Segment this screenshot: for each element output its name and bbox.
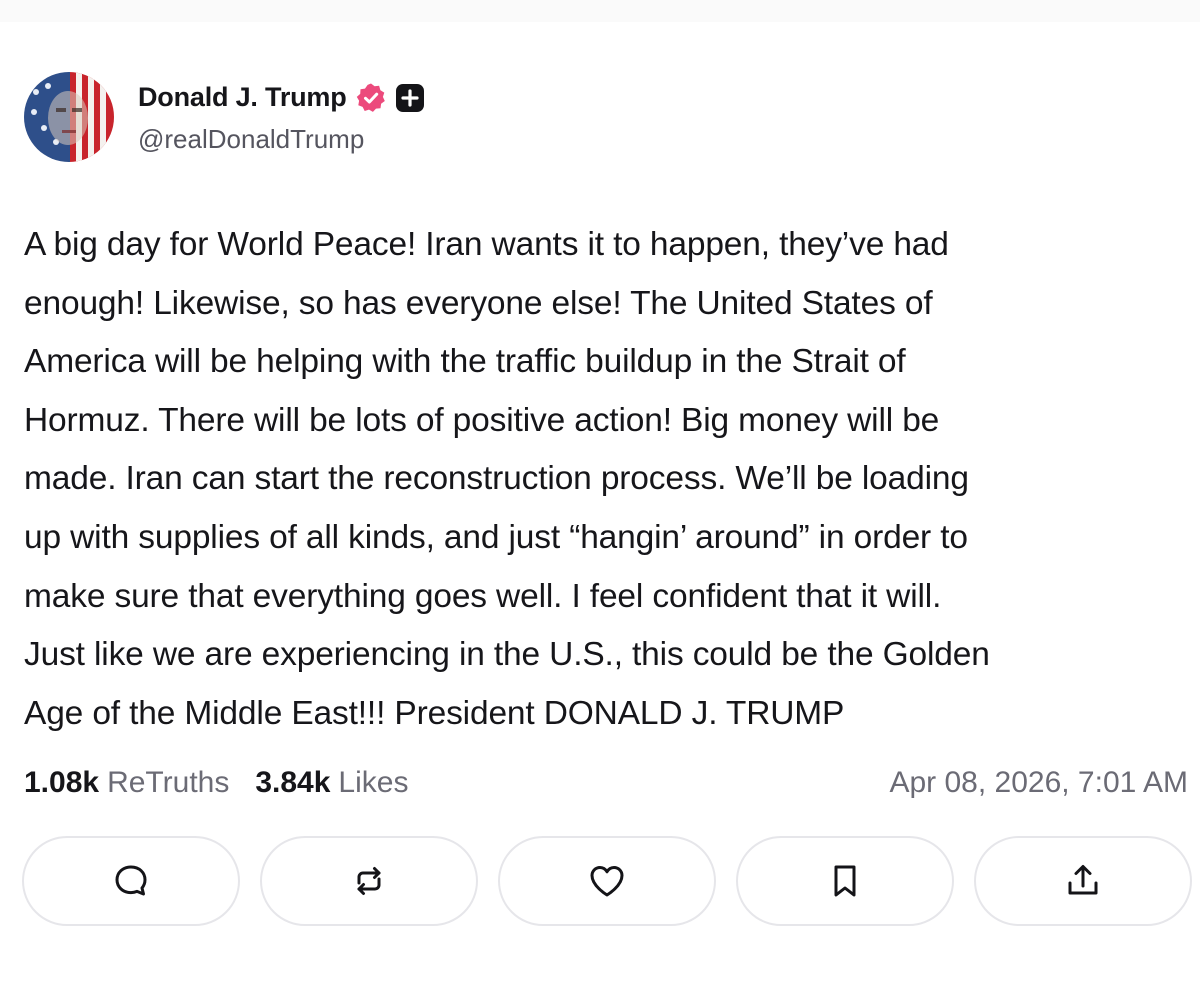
reply-button[interactable] <box>22 836 240 926</box>
post-timestamp[interactable]: Apr 08, 2026, 7:01 AM <box>889 766 1188 800</box>
retruth-icon <box>357 867 381 895</box>
likes-label: Likes <box>338 766 409 799</box>
flag-portrait-avatar-icon <box>24 72 114 162</box>
post-body-line: Age of the Middle East!!! President DONA… <box>24 694 845 732</box>
post-body-line: made. Iran can start the reconstruction … <box>24 460 969 498</box>
bookmark-icon <box>834 865 856 897</box>
retruth-button[interactable] <box>260 836 478 926</box>
truth-post: Donald J. Trump @realDonaldTrump A big d… <box>0 0 1200 999</box>
action-bar <box>22 836 1192 926</box>
post-body-line: America will be helping with the traffic… <box>24 343 906 381</box>
author-handle[interactable]: @realDonaldTrump <box>138 124 425 155</box>
post-body-line: A big day for World Peace! Iran wants it… <box>24 226 949 263</box>
post-body-line: enough! Likewise, so has everyone else! … <box>24 284 933 322</box>
share-button[interactable] <box>974 836 1192 926</box>
reply-icon <box>115 865 147 896</box>
post-body: A big day for World Peace! Iran wants it… <box>24 216 1189 743</box>
post-body-line: Hormuz. There will be lots of positive a… <box>24 401 940 439</box>
post-body-line: up with supplies of all kinds, and just … <box>24 518 968 556</box>
bookmark-button[interactable] <box>736 836 954 926</box>
retruths-stat[interactable]: 1.08k ReTruths <box>24 766 229 800</box>
post-body-line: Just like we are experiencing in the U.S… <box>24 636 990 674</box>
post-header: Donald J. Trump @realDonaldTrump <box>24 72 425 162</box>
post-stats: 1.08k ReTruths 3.84k Likes Apr 08, 2026,… <box>24 760 1188 806</box>
retruths-label: ReTruths <box>107 766 230 799</box>
verified-badge-icon <box>355 82 387 114</box>
plus-badge-icon <box>395 83 425 113</box>
likes-stat[interactable]: 3.84k Likes <box>255 766 408 800</box>
retruths-count: 1.08k <box>24 766 100 799</box>
avatar[interactable] <box>24 72 114 162</box>
share-icon <box>1068 865 1098 895</box>
name-row: Donald J. Trump <box>138 80 425 116</box>
post-body-line: make sure that everything goes well. I f… <box>24 577 942 615</box>
likes-count: 3.84k <box>255 766 331 799</box>
author-identity: Donald J. Trump @realDonaldTrump <box>138 80 425 155</box>
like-button[interactable] <box>498 836 716 926</box>
display-name[interactable]: Donald J. Trump <box>138 82 347 113</box>
top-divider <box>0 0 1200 22</box>
like-icon <box>590 866 624 897</box>
